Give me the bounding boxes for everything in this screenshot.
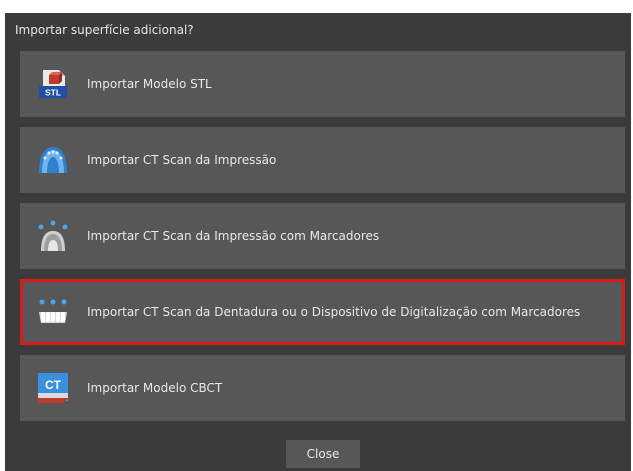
impression-tray-icon [37, 144, 69, 176]
import-ct-impression-markers-label: Importar CT Scan da Impressão com Marcad… [87, 229, 380, 243]
import-surface-dialog: Importar superfície adicional? STL Impor… [5, 13, 631, 471]
import-ct-impression-option[interactable]: Importar CT Scan da Impressão [20, 127, 625, 193]
ct-model-icon: CT [37, 372, 69, 404]
import-stl-option[interactable]: STL Importar Modelo STL [20, 51, 625, 117]
close-button[interactable]: Close [286, 440, 360, 468]
import-ct-denture-markers-label: Importar CT Scan da Dentadura ou o Dispo… [87, 305, 581, 319]
svg-text:CT: CT [45, 378, 62, 392]
dialog-title: Importar superfície adicional? [15, 23, 194, 37]
import-ct-impression-label: Importar CT Scan da Impressão [87, 153, 277, 167]
denture-markers-icon [37, 296, 69, 328]
import-ct-impression-markers-option[interactable]: Importar CT Scan da Impressão com Marcad… [20, 203, 625, 269]
import-cbct-label: Importar Modelo CBCT [87, 381, 223, 395]
svg-text:STL: STL [45, 88, 61, 98]
stl-file-icon: STL [37, 68, 69, 100]
impression-markers-icon [37, 220, 69, 252]
import-stl-label: Importar Modelo STL [87, 77, 212, 91]
import-ct-denture-markers-option[interactable]: Importar CT Scan da Dentadura ou o Dispo… [20, 279, 625, 345]
import-cbct-option[interactable]: CT Importar Modelo CBCT [20, 355, 625, 421]
